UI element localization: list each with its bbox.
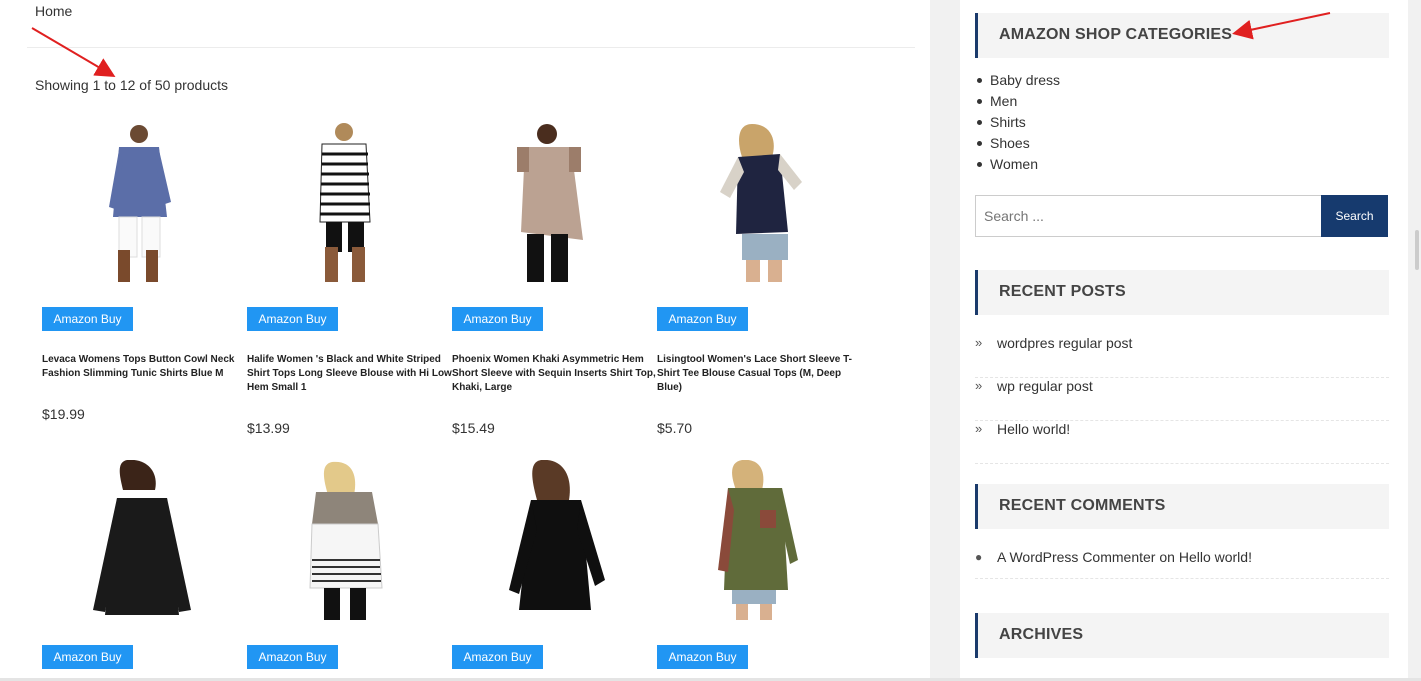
archives-widget-title: ARCHIVES <box>975 613 1389 658</box>
product-title[interactable]: Halife Women 's Black and White Striped … <box>247 353 452 395</box>
widget-title: RECENT POSTS <box>999 283 1126 300</box>
recent-posts-widget-title: RECENT POSTS <box>975 270 1389 315</box>
recent-post-link[interactable]: wordpres regular post <box>997 335 1132 351</box>
category-link[interactable]: Men <box>977 92 1060 113</box>
category-link[interactable]: Shirts <box>977 113 1060 134</box>
product-image[interactable] <box>702 122 812 282</box>
product-card: Amazon Buy Lisingtool Women's Lace Short… <box>657 122 862 442</box>
product-image[interactable] <box>497 122 607 282</box>
product-card: Amazon Buy <box>42 460 247 675</box>
product-title[interactable]: Levaca Womens Tops Button Cowl Neck Fash… <box>42 353 247 381</box>
product-card: Amazon Buy <box>247 460 452 675</box>
recent-post-item: » wp regular post <box>975 378 1389 421</box>
product-card: Amazon Buy Halife Women 's Black and Whi… <box>247 122 452 442</box>
scrollbar-thumb[interactable] <box>1415 230 1419 270</box>
comment-author-link[interactable]: A WordPress Commenter <box>997 549 1155 565</box>
category-link[interactable]: Baby dress <box>977 71 1060 92</box>
recent-comment-item: ● A WordPress Commenter on Hello world! <box>975 549 1389 579</box>
product-card: Amazon Buy <box>657 460 862 675</box>
recent-comments-widget-title: RECENT COMMENTS <box>975 484 1389 529</box>
recent-post-link[interactable]: wp regular post <box>997 378 1093 394</box>
widget-title: RECENT COMMENTS <box>999 497 1166 514</box>
product-image[interactable] <box>497 460 607 620</box>
product-title[interactable]: Phoenix Women Khaki Asymmetric Hem Short… <box>452 353 657 395</box>
product-price: $19.99 <box>42 406 85 422</box>
divider <box>27 47 915 48</box>
breadcrumb[interactable]: Home <box>35 3 72 19</box>
product-card: Amazon Buy Phoenix Women Khaki Asymmetri… <box>452 122 657 442</box>
categories-widget-title: AMAZON SHOP CATEGORIES <box>975 13 1389 58</box>
category-link[interactable]: Women <box>977 155 1060 176</box>
amazon-buy-button[interactable]: Amazon Buy <box>247 645 338 669</box>
recent-post-link[interactable]: Hello world! <box>997 421 1070 437</box>
product-price: $5.70 <box>657 420 693 436</box>
product-card: Amazon Buy <box>452 460 657 675</box>
scrollbar[interactable] <box>1414 0 1421 681</box>
amazon-buy-button[interactable]: Amazon Buy <box>247 307 338 331</box>
product-image[interactable] <box>292 122 402 282</box>
categories-list: Baby dress Men Shirts Shoes Women <box>977 71 1060 176</box>
search-input[interactable] <box>975 195 1322 237</box>
widget-title: ARCHIVES <box>999 626 1084 643</box>
result-count: Showing 1 to 12 of 50 products <box>35 77 229 93</box>
product-image[interactable] <box>702 460 812 620</box>
category-link[interactable]: Shoes <box>977 134 1060 155</box>
double-chevron-icon: » <box>975 335 983 350</box>
amazon-buy-button[interactable]: Amazon Buy <box>657 307 748 331</box>
product-image[interactable] <box>292 460 402 620</box>
amazon-buy-button[interactable]: Amazon Buy <box>657 645 748 669</box>
search-button[interactable]: Search <box>1321 195 1388 237</box>
product-price: $13.99 <box>247 420 290 436</box>
comment-post-link[interactable]: Hello world! <box>1179 549 1252 565</box>
recent-post-item: » Hello world! <box>975 421 1389 464</box>
comment-on-text: on <box>1155 549 1179 565</box>
product-image[interactable] <box>87 460 197 620</box>
product-price: $15.49 <box>452 420 495 436</box>
amazon-buy-button[interactable]: Amazon Buy <box>452 645 543 669</box>
double-chevron-icon: » <box>975 378 983 393</box>
product-title[interactable]: Lisingtool Women's Lace Short Sleeve T-S… <box>657 353 862 395</box>
recent-comment-text: A WordPress Commenter on Hello world! <box>997 549 1252 565</box>
amazon-buy-button[interactable]: Amazon Buy <box>42 645 133 669</box>
double-chevron-icon: » <box>975 421 983 436</box>
amazon-buy-button[interactable]: Amazon Buy <box>42 307 133 331</box>
widget-title: AMAZON SHOP CATEGORIES <box>999 26 1233 43</box>
product-card: Amazon Buy Levaca Womens Tops Button Cow… <box>42 122 247 432</box>
comments-icon: ● <box>975 550 983 564</box>
product-image[interactable] <box>87 122 197 282</box>
amazon-buy-button[interactable]: Amazon Buy <box>452 307 543 331</box>
recent-post-item: » wordpres regular post <box>975 335 1389 378</box>
